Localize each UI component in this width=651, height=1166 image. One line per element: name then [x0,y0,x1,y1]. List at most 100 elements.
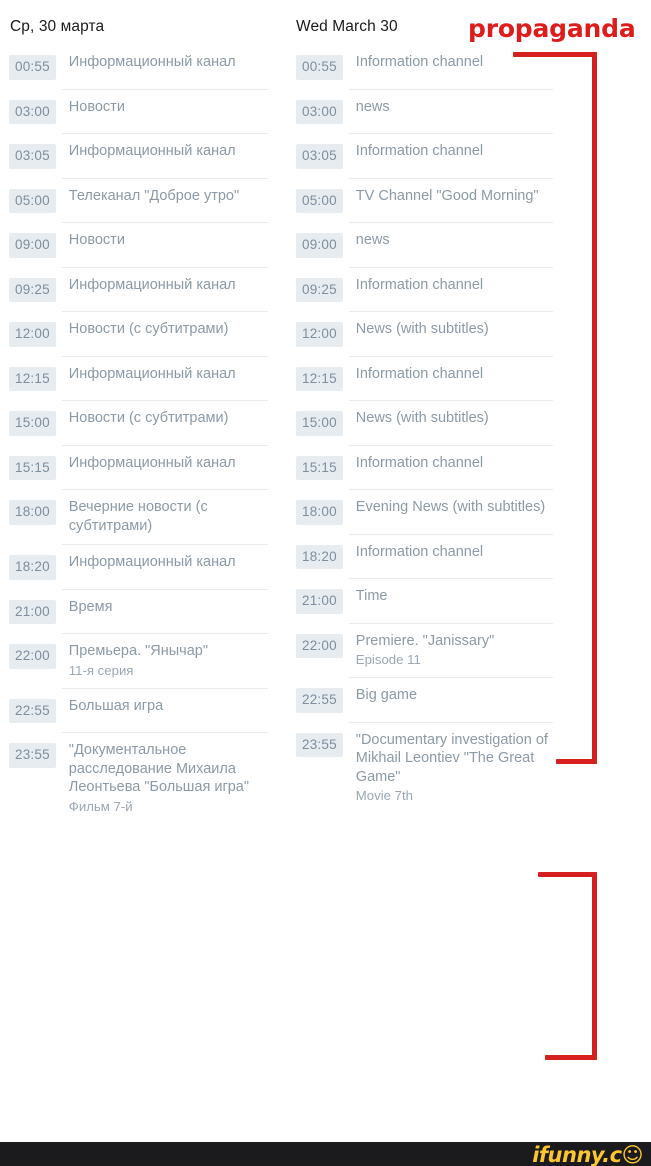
schedule-row-title: Информационный канал [68,365,236,382]
schedule-row[interactable]: 15:00 News (with subtitles) [285,400,575,445]
schedule-row-list-english: 00:55 Information channel 03:00 news 03:05 In… [285,44,575,814]
schedule-row[interactable]: 03:00 news [285,88,575,134]
schedule-row-text: Новости [56,231,286,250]
schedule-row-title: Time [355,588,388,604]
schedule-row-title: Новости [68,98,125,115]
schedule-row-title: Большая игра [68,697,164,714]
schedule-row[interactable]: 18:00 Вечерние новости (с субтитрами) [0,489,286,544]
schedule-row[interactable]: 22:00 Premiere. "Janissary" Episode 11 [285,622,575,678]
schedule-row[interactable]: 12:15 Information channel [285,355,575,401]
schedule-row[interactable]: 23:55 "Документальное расследование Михаи… [0,732,286,824]
schedule-row[interactable]: 12:00 Новости (с субтитрами) [0,311,286,356]
schedule-row-title: Информационный канал [68,143,236,159]
schedule-row-text: Вечерние новости (с субтитрами) [56,498,286,535]
schedule-row[interactable]: 09:00 Новости [0,222,286,267]
bracket-lower-vertical-line [592,872,597,1060]
schedule-row[interactable]: 03:05 Информационный канал [0,133,286,178]
schedule-row-time: 09:00 [296,233,343,258]
schedule-row-text: News (with subtitles) [343,409,575,428]
schedule-row-title: "Documentary investigation of Mikhail Le… [355,731,548,785]
schedule-row-title: Телеканал "Доброе утро" [68,187,240,204]
schedule-row[interactable]: 05:00 Телеканал "Доброе утро" [0,177,286,223]
watermark-text-label: ifunny.c [532,1143,622,1166]
schedule-row[interactable]: 03:05 Information channel [285,133,575,178]
schedule-row-text: TV Channel "Good Morning" [343,187,575,206]
schedule-row-time: 22:55 [296,688,343,713]
watermark-ifunny-logo: ifunny.c☺ [532,1143,643,1166]
smiley-icon: ☺ [621,1143,644,1166]
schedule-row-title: Big game [355,687,418,704]
schedule-row[interactable]: 09:25 Информационный канал [0,266,286,312]
bracket-upper-vertical-line [592,52,597,764]
schedule-row[interactable]: 21:00 Время [0,588,286,634]
schedule-row-time: 15:00 [296,411,343,436]
tv-schedule-column-english: Wed March 30 00:55 Information channel 03:… [285,0,575,814]
schedule-row[interactable]: 22:00 Премьера. "Янычар" 11-я серия [0,633,286,688]
schedule-row-time: 09:25 [296,277,343,302]
schedule-row-time: 00:55 [296,55,343,80]
schedule-row-title: news [355,98,390,115]
schedule-row[interactable]: 15:00 Новости (с субтитрами) [0,400,286,445]
schedule-row[interactable]: 22:55 Большая игра [0,687,286,733]
schedule-row-title: Информационный канал [68,54,236,70]
schedule-row-title: Вечерние новости (с субтитрами) [68,499,208,534]
schedule-row-subtitle: Episode 11 [355,652,421,668]
schedule-row[interactable]: 18:00 Evening News (with subtitles) [285,489,575,534]
schedule-row-text: Information channel [343,276,575,295]
schedule-row-text: Big game [343,686,575,705]
schedule-row-time: 15:00 [9,411,56,436]
schedule-row-text: Evening News (with subtitles) [343,498,575,517]
schedule-row-text: Большая игра [56,697,286,716]
schedule-row-time: 03:00 [9,99,56,124]
schedule-row-time: 22:00 [9,644,56,669]
schedule-row[interactable]: 00:55 Информационный канал [0,44,286,89]
schedule-row[interactable]: 15:15 Информационный канал [0,444,286,490]
schedule-row-text: Информационный канал [56,142,286,161]
schedule-row[interactable]: 03:00 Новости [0,88,286,134]
schedule-row[interactable]: 18:20 Информационный канал [0,544,286,589]
schedule-row[interactable]: 05:00 TV Channel "Good Morning" [285,177,575,223]
screenshot-root: Ср, 30 марта 00:55 Информационный канал 03… [0,0,651,1166]
schedule-row-text: Информационный канал [56,454,286,473]
schedule-row[interactable]: 09:25 Information channel [285,266,575,312]
schedule-row-title: Новости [68,232,125,248]
schedule-row-text: Information channel [343,365,575,384]
schedule-row-time: 12:00 [9,322,56,347]
schedule-row[interactable]: 18:20 Information channel [285,533,575,579]
schedule-row-text: Информационный канал [56,276,286,295]
schedule-row-title: Новости (с субтитрами) [68,410,229,426]
schedule-row[interactable]: 15:15 Information channel [285,444,575,490]
schedule-row-title: Information channel [355,143,484,159]
schedule-row-time: 09:00 [9,233,56,258]
schedule-row-title: Информационный канал [68,554,236,571]
schedule-row[interactable]: 21:00 Time [285,578,575,623]
bracket-lower-top-line [538,872,597,877]
schedule-row[interactable]: 23:55 "Documentary investigation of Mikha… [285,721,575,814]
tv-schedule-column-russian: Ср, 30 марта 00:55 Информационный канал 03… [0,0,286,824]
schedule-row-subtitle: Фильм 7-й [68,798,133,814]
watermark-bar: ifunny.c☺ [0,1142,651,1166]
schedule-row-list-russian: 00:55 Информационный канал 03:00 Новости 03:… [0,44,286,824]
schedule-row-time: 00:55 [9,55,56,80]
schedule-row-text: Премьера. "Янычар" 11-я серия [56,642,286,679]
schedule-row-text: Information channel [343,543,575,562]
schedule-row-text: news [343,231,575,250]
schedule-row-text: Время [56,598,286,617]
schedule-row-text: "Документальное расследование Михаила Ле… [56,741,286,815]
schedule-row-title: Premiere. "Janissary" [355,632,495,649]
schedule-row-text: Premiere. "Janissary" Episode 11 [343,632,575,669]
schedule-row[interactable]: 12:15 Информационный канал [0,355,286,401]
schedule-row-time: 03:00 [296,99,343,124]
bracket-lower-bottom-line [545,1055,597,1060]
schedule-row-time: 21:00 [9,599,56,625]
schedule-row-subtitle: 11-я серия [68,662,134,678]
annotation-label-propaganda: propaganda [468,14,636,43]
schedule-row-title: Information channel [355,276,484,293]
schedule-row[interactable]: 09:00 news [285,222,575,267]
schedule-row[interactable]: 22:55 Big game [285,677,575,722]
schedule-row-text: Новости (с субтитрами) [56,320,286,339]
schedule-row-title: Время [68,598,113,615]
schedule-row-time: 22:55 [9,698,56,724]
schedule-row[interactable]: 00:55 Information channel [285,44,575,89]
schedule-row[interactable]: 12:00 News (with subtitles) [285,311,575,356]
